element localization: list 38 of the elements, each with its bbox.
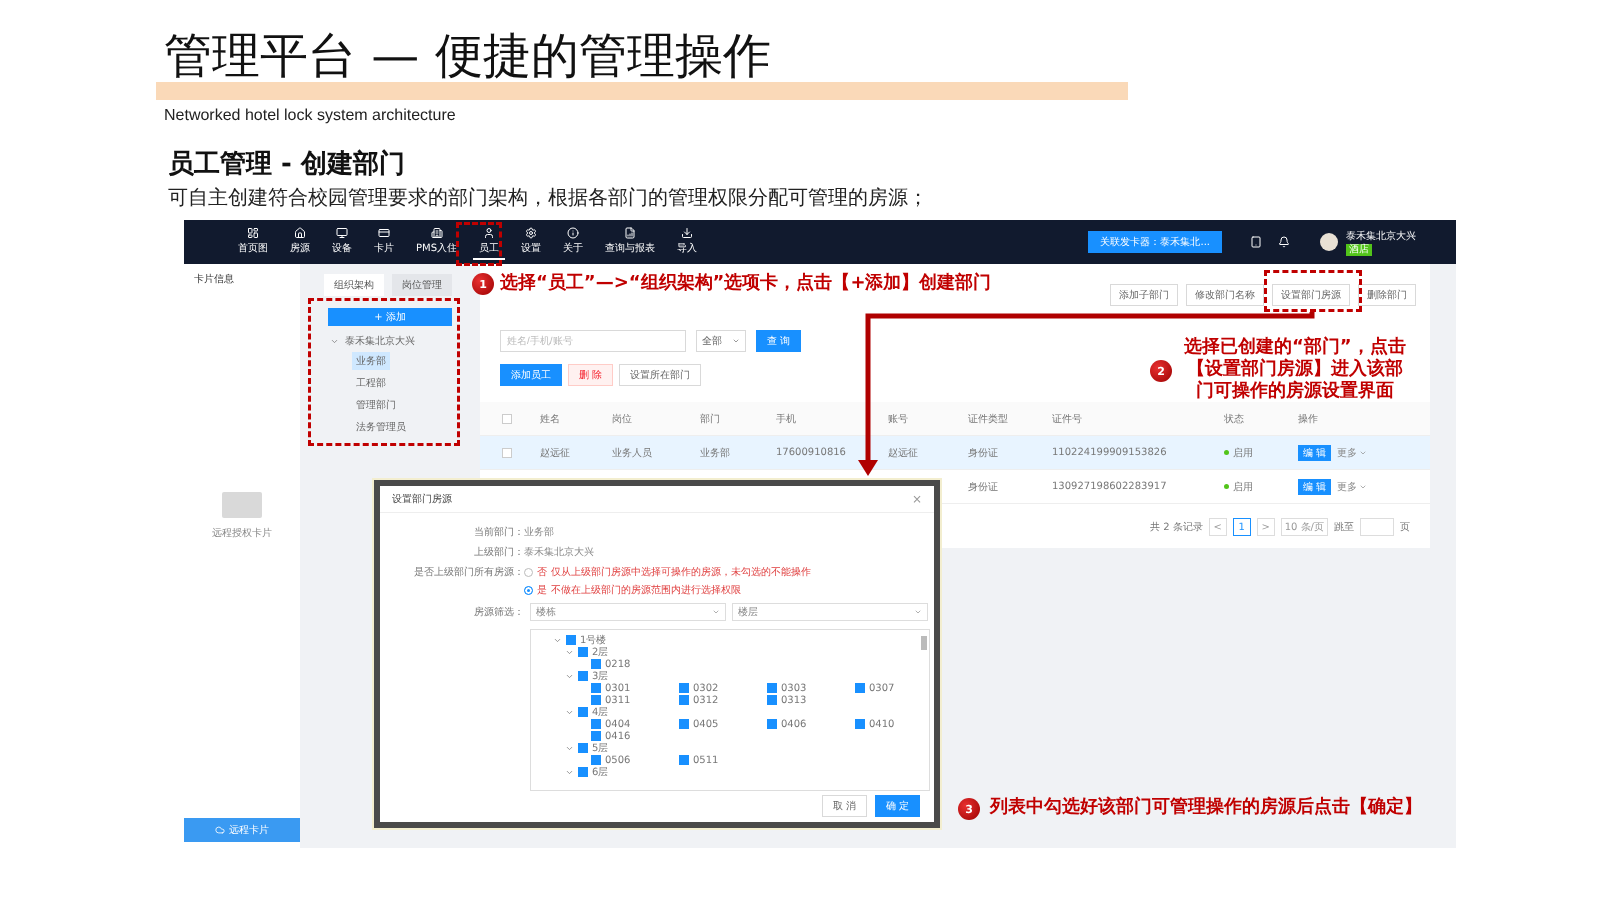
radio-button[interactable] bbox=[524, 567, 533, 577]
checkbox[interactable] bbox=[578, 671, 588, 681]
card-placeholder bbox=[222, 492, 262, 518]
slide-subtitle: Networked hotel lock system architecture bbox=[164, 106, 456, 126]
step-note: 选择已创建的“部门”，点击 【设置部门房源】进入该部 门可操作的房源设置界面 bbox=[1184, 336, 1406, 402]
checkbox[interactable] bbox=[679, 755, 689, 765]
section-heading: 员工管理 - 创建部门 bbox=[168, 148, 405, 182]
checkbox[interactable] bbox=[502, 447, 512, 458]
radio-button[interactable] bbox=[524, 585, 533, 595]
checkbox[interactable] bbox=[767, 719, 777, 729]
checkbox[interactable] bbox=[767, 683, 777, 693]
checkbox[interactable] bbox=[591, 695, 601, 705]
highlight-frame bbox=[456, 222, 502, 266]
step-note: 列表中勾选好该部门可管理操作的房源后点击【确定】 bbox=[990, 796, 1422, 818]
checkbox[interactable] bbox=[591, 719, 601, 729]
checkbox[interactable] bbox=[591, 731, 601, 741]
checkbox[interactable] bbox=[855, 719, 865, 729]
checkbox[interactable] bbox=[566, 635, 576, 645]
checkbox[interactable] bbox=[679, 719, 689, 729]
avatar[interactable] bbox=[1320, 233, 1338, 251]
checkbox[interactable] bbox=[591, 659, 601, 669]
checkbox[interactable] bbox=[578, 743, 588, 753]
highlight-frame bbox=[1264, 270, 1362, 312]
checkbox[interactable] bbox=[679, 683, 689, 693]
scrollbar-thumb[interactable] bbox=[921, 636, 927, 650]
checkbox[interactable] bbox=[591, 755, 601, 765]
checkbox[interactable] bbox=[679, 695, 689, 705]
checkbox[interactable] bbox=[578, 707, 588, 717]
checkbox[interactable] bbox=[767, 695, 777, 705]
checkbox[interactable] bbox=[502, 413, 512, 424]
slide-title: 管理平台 — 便捷的管理操作 bbox=[164, 30, 771, 82]
checkbox[interactable] bbox=[855, 683, 865, 693]
page-jump-field[interactable] bbox=[1360, 518, 1394, 536]
checkbox[interactable] bbox=[591, 683, 601, 693]
section-description: 可自主创建符合校园管理要求的部门架构，根据各部门的管理权限分配可管理的房源； bbox=[168, 188, 928, 212]
checkbox[interactable] bbox=[578, 767, 588, 777]
checkbox[interactable] bbox=[578, 647, 588, 657]
step-note: 选择“员工”—>“组织架构”选项卡，点击【+添加】创建部门 bbox=[500, 272, 992, 294]
